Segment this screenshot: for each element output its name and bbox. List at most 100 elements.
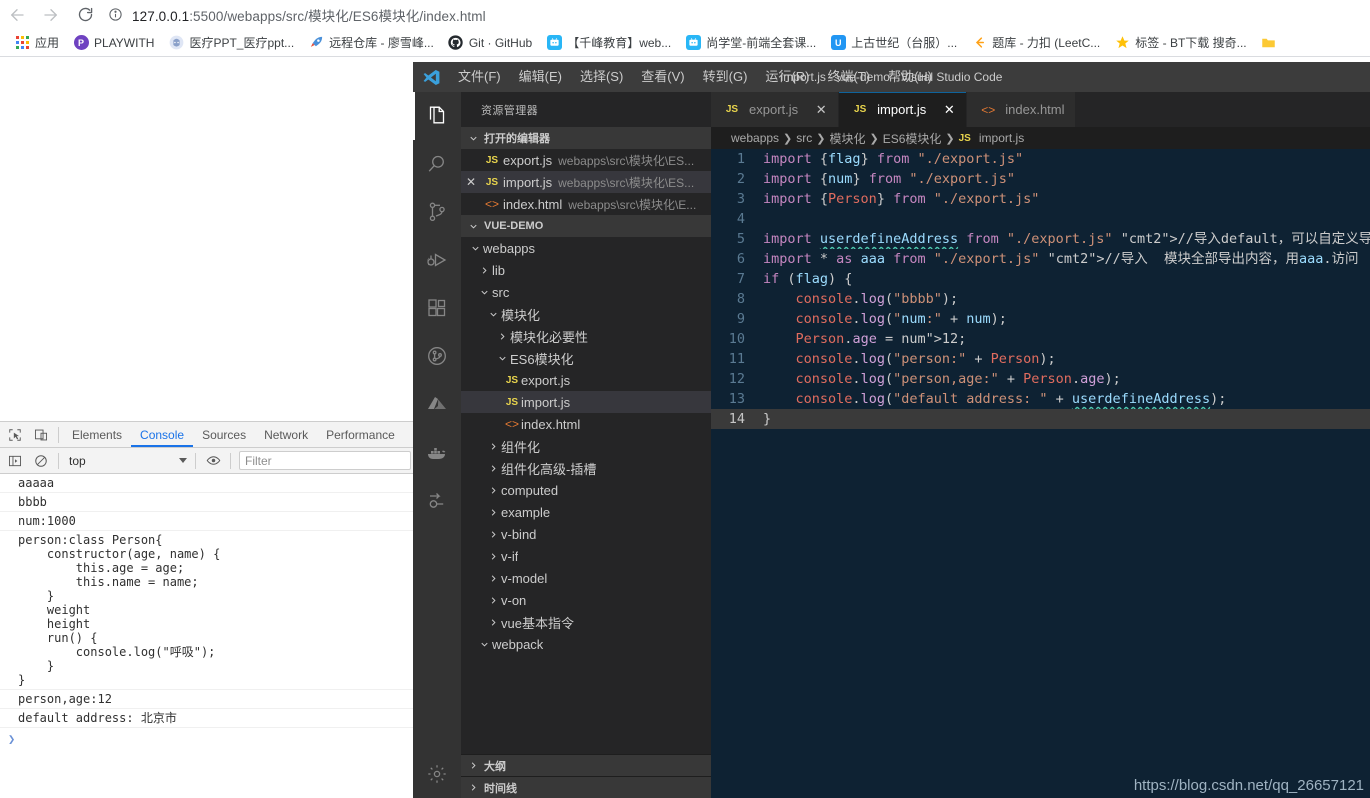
tree-item-vue基本指令[interactable]: vue基本指令 — [461, 611, 711, 633]
open-editor-index-html[interactable]: <> index.html webapps\src\模块化\E... — [461, 193, 711, 215]
azure-icon[interactable] — [413, 380, 461, 428]
bookmark-medical-ppt[interactable]: 医疗PPT_医疗ppt... — [161, 32, 301, 54]
tree-item-webapps[interactable]: webapps — [461, 237, 711, 259]
breadcrumb-item[interactable]: src — [796, 131, 812, 145]
forward-button[interactable] — [34, 0, 68, 29]
editor-tab-import-js[interactable]: JS import.js ✕ — [839, 92, 968, 127]
open-editor-import-js[interactable]: ✕ JS import.js webapps\src\模块化\ES... — [461, 171, 711, 193]
tree-item-lib[interactable]: lib — [461, 259, 711, 281]
devtools-tab-console[interactable]: Console — [131, 422, 193, 447]
menu-go[interactable]: 转到(G) — [694, 62, 757, 92]
run-and-debug-icon[interactable] — [413, 236, 461, 284]
device-toolbar-icon[interactable] — [28, 422, 54, 447]
chevron-down-icon — [467, 240, 483, 256]
breadcrumb-item[interactable]: webapps — [731, 131, 779, 145]
console-settings-eye-icon[interactable] — [200, 448, 226, 473]
menu-view[interactable]: 查看(V) — [632, 62, 693, 92]
console-output[interactable]: aaaaa bbbb num:1000 person:class Person{… — [0, 474, 413, 798]
bookmark-qianfeng[interactable]: 【千峰教育】web... — [539, 32, 678, 54]
tree-item-label: ES6模块化 — [510, 351, 574, 367]
devtools-tab-network[interactable]: Network — [255, 422, 317, 447]
bookmark-shanggu[interactable]: U 上古世纪（台服）... — [823, 32, 964, 54]
editor-tab-index-html[interactable]: <> index.html — [967, 92, 1076, 127]
js-file-icon: JS — [485, 154, 499, 166]
console-context-select[interactable]: top — [63, 451, 191, 470]
tree-item-example[interactable]: example — [461, 501, 711, 523]
menu-selection[interactable]: 选择(S) — [571, 62, 632, 92]
tree-item-computed[interactable]: computed — [461, 479, 711, 501]
console-prompt[interactable]: ❯ — [0, 728, 413, 748]
bookmark-github[interactable]: Git · GitHub — [441, 32, 539, 54]
project-root-header[interactable]: VUE-DEMO — [461, 215, 711, 237]
close-icon[interactable]: ✕ — [942, 102, 956, 118]
leetcode-icon — [971, 35, 987, 51]
tree-item-v-if[interactable]: v-if — [461, 545, 711, 567]
line-number: 2 — [736, 171, 745, 187]
breadcrumb-item[interactable]: ES6模块化 — [883, 130, 942, 147]
bookmark-remote-repo[interactable]: 远程仓库 - 廖雪峰... — [301, 32, 441, 54]
bookmark-playwith[interactable]: P PLAYWITH — [66, 32, 161, 54]
bt-icon — [1114, 35, 1130, 51]
menu-help[interactable]: 帮助(H) — [879, 62, 941, 92]
menu-file[interactable]: 文件(F) — [449, 62, 510, 92]
tree-item-import.js[interactable]: JS import.js — [461, 391, 711, 413]
tree-item-src[interactable]: src — [461, 281, 711, 303]
tree-item-组件化[interactable]: 组件化 — [461, 435, 711, 457]
bookmark-shangxuetang[interactable]: 尚学堂-前端全套课... — [678, 32, 823, 54]
code-editor[interactable]: 1 import {flag} from "./export.js" 2 import… — [711, 149, 1370, 798]
site-info-icon[interactable] — [108, 7, 124, 23]
tree-item-v-bind[interactable]: v-bind — [461, 523, 711, 545]
tree-item-export.js[interactable]: JS export.js — [461, 369, 711, 391]
menu-run[interactable]: 运行(R) — [756, 62, 818, 92]
tree-item-v-on[interactable]: v-on — [461, 589, 711, 611]
clear-console-icon[interactable] — [28, 448, 54, 473]
tree-item-label: import.js — [521, 394, 571, 410]
console-sidebar-toggle-icon[interactable] — [2, 448, 28, 473]
timeline-header[interactable]: 时间线 — [461, 776, 711, 798]
bookmark-overflow[interactable] — [1254, 32, 1284, 54]
tree-item-ES6模块化[interactable]: ES6模块化 — [461, 347, 711, 369]
close-icon[interactable]: ✕ — [461, 175, 481, 189]
bookmark-apps[interactable]: 应用 — [7, 32, 66, 54]
js-file-icon: JS — [958, 132, 971, 144]
docker-icon[interactable] — [413, 428, 461, 476]
settings-gear-icon[interactable] — [413, 750, 461, 798]
tree-item-模块化必要性[interactable]: 模块化必要性 — [461, 325, 711, 347]
explorer-icon[interactable] — [413, 92, 461, 140]
js-file-icon: JS — [485, 176, 499, 188]
devtools-tab-elements[interactable]: Elements — [63, 422, 131, 447]
tree-item-模块化[interactable]: 模块化 — [461, 303, 711, 325]
tree-item-index.html[interactable]: <> index.html — [461, 413, 711, 435]
bookmark-leetcode[interactable]: 题库 - 力扣 (LeetC... — [964, 32, 1107, 54]
address-bar[interactable]: 127.0.0.1:5500/webapps/src/模块化/ES6模块化/in… — [108, 3, 1362, 27]
open-editor-export-js[interactable]: JS export.js webapps\src\模块化\ES... — [461, 149, 711, 171]
console-context-value: top — [69, 453, 86, 468]
extensions-icon[interactable] — [413, 284, 461, 332]
live-share-icon[interactable] — [413, 476, 461, 524]
menu-terminal[interactable]: 终端(T) — [818, 62, 879, 92]
open-editors-header[interactable]: 打开的编辑器 — [461, 127, 711, 149]
reload-button[interactable] — [68, 0, 102, 29]
code-line: 13 console.log("default address: " + use… — [711, 389, 1370, 409]
tree-item-v-model[interactable]: v-model — [461, 567, 711, 589]
close-icon[interactable]: ✕ — [814, 102, 828, 118]
breadcrumb-item[interactable]: import.js — [979, 131, 1024, 145]
inspect-element-icon[interactable] — [2, 422, 28, 447]
tree-item-webpack[interactable]: webpack — [461, 633, 711, 655]
editor-tab-export-js[interactable]: JS export.js ✕ — [711, 92, 840, 127]
bookmark-bt[interactable]: 标签 - BT下载 搜奇... — [1107, 32, 1253, 54]
back-button[interactable] — [0, 0, 34, 29]
tree-item-label: v-bind — [501, 526, 537, 542]
console-filter-input[interactable]: Filter — [239, 451, 411, 470]
line-number: 7 — [736, 271, 745, 287]
breadcrumb-item[interactable]: 模块化 — [829, 130, 865, 147]
open-editor-name: export.js — [503, 152, 553, 168]
menu-edit[interactable]: 编辑(E) — [510, 62, 571, 92]
search-icon[interactable] — [413, 140, 461, 188]
devtools-tab-performance[interactable]: Performance — [317, 422, 404, 447]
tree-item-组件化高级-插槽[interactable]: 组件化高级-插槽 — [461, 457, 711, 479]
devtools-tab-sources[interactable]: Sources — [193, 422, 255, 447]
outline-header[interactable]: 大纲 — [461, 754, 711, 776]
source-control-icon[interactable] — [413, 188, 461, 236]
gitlens-icon[interactable] — [413, 332, 461, 380]
